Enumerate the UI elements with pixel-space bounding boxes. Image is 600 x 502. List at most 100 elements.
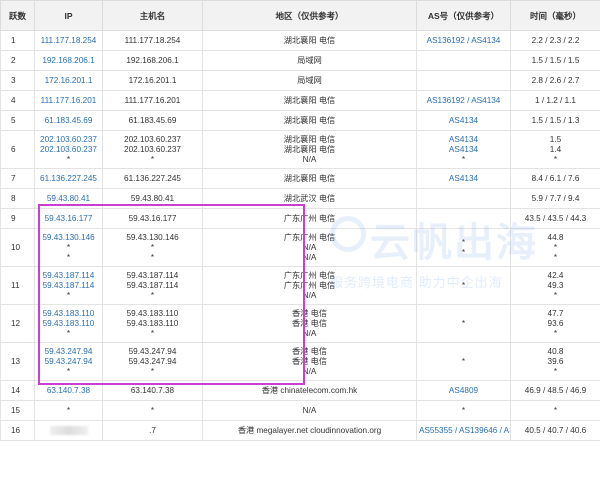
ip-cell: 59.43.130.146 * * <box>34 228 103 267</box>
region-cell-line: 局域网 <box>297 55 322 65</box>
host-cell: 202.103.60.237 202.103.60.237 * <box>102 130 203 169</box>
time-cell-line: 40.5 / 40.7 / 40.6 <box>524 425 587 435</box>
as-cell-line[interactable]: AS136192 / AS4134 <box>419 96 508 106</box>
host-cell: 59.43.80.41 <box>102 188 203 209</box>
host-cell-line: 59.43.16.177 <box>128 213 177 223</box>
ip-cell-line[interactable]: 111.177.16.201 <box>37 96 100 106</box>
as-cell: * <box>416 342 511 381</box>
ip-cell-line[interactable]: 59.43.247.94 <box>37 357 100 367</box>
ip-cell: 111.177.16.201 <box>34 90 103 111</box>
ip-cell-line: * <box>66 252 71 262</box>
table-row: 1 111.177.18.254 111.177.18.254 湖北襄阳 电信 AS13… <box>0 30 600 51</box>
hop-number: 10 <box>11 242 21 252</box>
time-cell-line: 42.4 <box>547 270 564 280</box>
ip-cell: * <box>34 400 103 421</box>
host-cell-line: 59.43.247.94 <box>128 346 177 356</box>
time-cell: 42.4 49.3 * <box>510 266 600 305</box>
region-cell-line: 广东广州 电信 <box>283 270 336 280</box>
region-cell: 香港 电信 香港 电信 N/A <box>202 342 417 381</box>
as-cell-line[interactable]: AS4134 <box>419 174 508 184</box>
as-cell: AS136192 / AS4134 <box>416 90 511 111</box>
as-cell: * <box>416 304 511 343</box>
host-cell-line: * <box>150 366 155 376</box>
as-cell-line[interactable]: AS55355 / AS139646 / AS134548 <box>419 426 510 436</box>
host-cell-line: * <box>150 242 155 252</box>
time-cell-line: 39.6 <box>547 356 564 366</box>
hop-number: 9 <box>11 213 16 223</box>
hop-cell: 9 <box>0 208 35 229</box>
ip-cell: 192.168.206.1 <box>34 50 103 71</box>
ip-cell-line[interactable]: 59.43.130.146 <box>37 233 100 243</box>
region-cell: 湖北襄阳 电信 <box>202 168 417 189</box>
ip-cell-line[interactable]: 172.16.201.1 <box>37 76 100 86</box>
as-cell-line[interactable]: AS136192 / AS4134 <box>419 36 508 46</box>
as-cell-line[interactable]: AS4134 <box>419 145 508 155</box>
time-cell-line: * <box>553 290 558 300</box>
host-cell-line: * <box>150 154 155 164</box>
time-cell-line: * <box>553 328 558 338</box>
as-cell <box>416 188 511 209</box>
host-cell-line: 59.43.187.114 <box>126 270 179 280</box>
ip-cell-line[interactable]: 59.43.183.110 <box>37 319 100 329</box>
time-cell-line: * <box>553 366 558 376</box>
host-cell-line: 59.43.247.94 <box>128 356 177 366</box>
table-row: 11 59.43.187.114 59.43.187.114 * 59.43.187.1… <box>0 266 600 305</box>
as-cell <box>416 208 511 229</box>
region-cell-line: 香港 megalayer.net cloudinnovation.org <box>237 425 382 435</box>
host-cell-line: 59.43.80.41 <box>130 193 175 203</box>
ip-cell-line: * <box>66 154 71 164</box>
ip-cell-line[interactable]: 61.183.45.69 <box>37 116 100 126</box>
time-cell-line: 44.8 <box>547 232 564 242</box>
hop-number: 16 <box>11 425 21 435</box>
ip-cell-line[interactable]: 59.43.247.94 <box>37 347 100 357</box>
table-row: 10 59.43.130.146 * * 59.43.130.146 * * 广东广州 电信 N… <box>0 228 600 267</box>
host-cell-line: 111.177.16.201 <box>124 95 181 105</box>
time-cell: 40.8 39.6 * <box>510 342 600 381</box>
as-cell-line: * <box>461 356 466 366</box>
hop-cell: 11 <box>0 266 35 305</box>
host-cell-line: * <box>150 252 155 262</box>
ip-cell-line[interactable]: 59.43.80.41 <box>37 194 100 204</box>
hop-number: 2 <box>11 55 16 65</box>
region-cell-line: 广东广州 电信 <box>283 213 336 223</box>
as-cell-line[interactable]: AS4134 <box>419 116 508 126</box>
ip-cell-line[interactable]: 63.140.7.38 <box>37 386 100 396</box>
ip-cell: 59.43.247.94 59.43.247.94 * <box>34 342 103 381</box>
time-cell: 2.2 / 2.3 / 2.2 <box>510 30 600 51</box>
host-cell-line: 63.140.7.38 <box>130 385 175 395</box>
time-cell-line: 1 / 1.2 / 1.1 <box>535 95 576 105</box>
ip-cell-line[interactable]: 59.43.187.114 <box>37 271 100 281</box>
ip-cell-line[interactable]: 202.103.60.237 <box>37 145 100 155</box>
hop-cell: 3 <box>0 70 35 91</box>
table-row: 9 59.43.16.177 59.43.16.177 广东广州 电信 43.5 / 4… <box>0 208 600 229</box>
hop-cell: 4 <box>0 90 35 111</box>
ip-cell-line[interactable]: 59.43.187.114 <box>37 281 100 291</box>
as-cell-line[interactable]: AS4809 <box>419 386 508 396</box>
region-cell-line: N/A <box>302 366 317 376</box>
as-cell: AS55355 / AS139646 / AS134548 <box>416 420 511 441</box>
hop-number: 13 <box>11 356 21 366</box>
time-cell: 43.5 / 43.5 / 44.3 <box>510 208 600 229</box>
time-cell: 40.5 / 40.7 / 40.6 <box>510 420 600 441</box>
ip-cell-line[interactable]: 111.177.18.254 <box>37 36 100 46</box>
host-cell: 59.43.130.146 * * <box>102 228 203 267</box>
hop-number: 4 <box>11 95 16 105</box>
host-cell-line: 61.136.227.245 <box>124 173 181 183</box>
ip-cell-line: * <box>66 242 71 252</box>
as-cell-line[interactable]: AS4134 <box>419 135 508 145</box>
as-cell: * * <box>416 228 511 267</box>
region-cell: 湖北襄阳 电信 <box>202 90 417 111</box>
ip-cell-line[interactable]: 59.43.183.110 <box>37 309 100 319</box>
redacted-ip <box>49 425 88 435</box>
hop-number: 6 <box>11 144 16 154</box>
region-cell-line: 湖北襄阳 电信 <box>283 173 336 183</box>
col-header-ip: IP <box>34 0 103 31</box>
ip-cell-line[interactable]: 192.168.206.1 <box>37 56 100 66</box>
ip-cell-line[interactable]: 61.136.227.245 <box>37 174 100 184</box>
table-row: 4 111.177.16.201 111.177.16.201 湖北襄阳 电信 AS13… <box>0 90 600 111</box>
ip-cell-line[interactable]: 202.103.60.237 <box>37 135 100 145</box>
ip-cell-line[interactable]: 59.43.16.177 <box>37 214 100 224</box>
region-cell: 广东广州 电信 广东广州 电信 N/A <box>202 266 417 305</box>
col-header-as: AS号（仅供参考） <box>416 0 511 31</box>
as-cell: AS136192 / AS4134 <box>416 30 511 51</box>
